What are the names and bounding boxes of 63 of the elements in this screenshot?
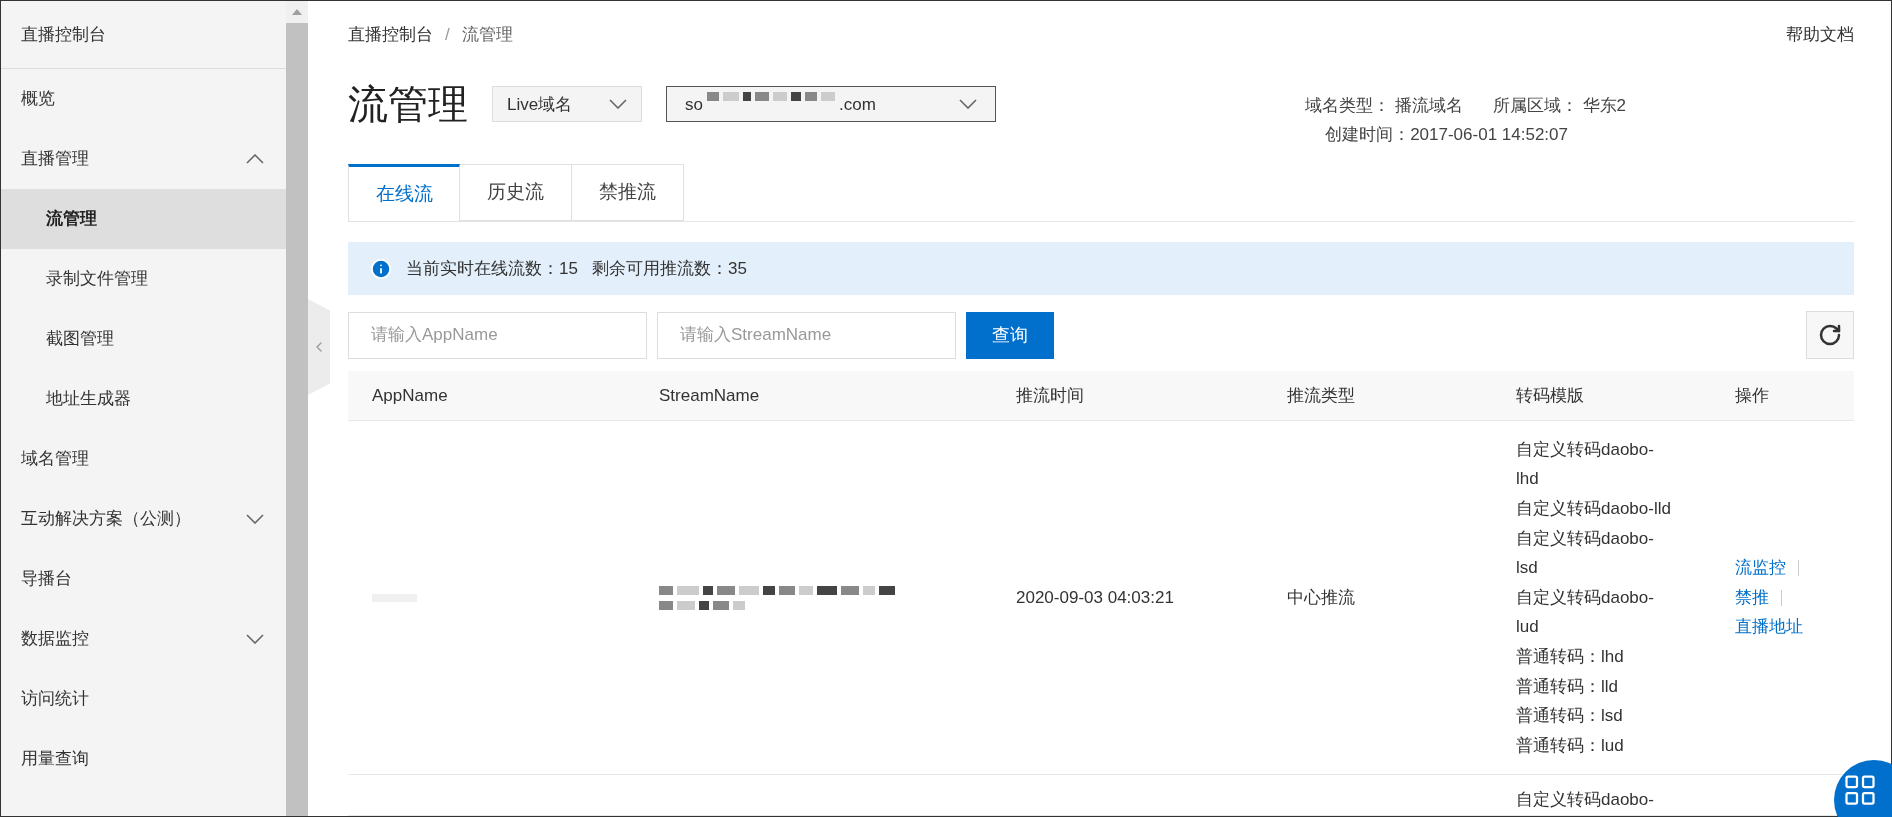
scrollbar[interactable] — [286, 1, 308, 816]
column-header: StreamName — [658, 384, 761, 407]
action-link[interactable]: 直播地址 — [1735, 612, 1803, 642]
column-header: 操作 — [1734, 384, 1770, 407]
stream-name-field[interactable]: 请输入StreamName — [657, 311, 956, 359]
transcode-template: 自定义转码daobo-lsd — [1516, 527, 1655, 580]
info-text: 剩余可用推流数：35 — [591, 257, 747, 280]
transcode-template: 自定义转码daobo-lhd — [1516, 438, 1655, 491]
transcode-template: 普通转码：lud — [1516, 734, 1625, 757]
chevron-down-icon — [246, 634, 264, 644]
search-button[interactable]: 查询 — [966, 311, 1054, 359]
tab[interactable]: 历史流 — [460, 164, 572, 221]
page-title: 流管理 — [348, 84, 468, 125]
chevron-down-icon — [246, 514, 264, 524]
action-link[interactable]: 流监控 — [1735, 553, 1786, 583]
column-header: 推流时间 — [1015, 384, 1085, 407]
sidebar-item[interactable]: 数据监控 — [1, 609, 286, 669]
chevron-down-icon — [959, 99, 977, 110]
column-header: AppName — [371, 384, 449, 407]
refresh-icon — [1818, 323, 1842, 348]
breadcrumb-item: 流管理 — [461, 23, 513, 46]
grid-icon — [1842, 772, 1878, 808]
sidebar-item[interactable]: 概览 — [1, 69, 286, 129]
sidebar-subitem[interactable]: 截图管理 — [1, 309, 286, 369]
transcode-template: 普通转码：lhd — [1516, 646, 1625, 668]
chevron-up-icon — [246, 154, 264, 164]
tab[interactable]: 禁推流 — [572, 164, 684, 221]
sidebar-item[interactable]: 域名管理 — [1, 429, 286, 489]
column-header: 推流类型 — [1286, 384, 1356, 407]
refresh-button[interactable] — [1806, 311, 1854, 360]
sidebar-subitem[interactable]: 流管理 — [1, 189, 286, 249]
help-link[interactable]: 帮助文档 — [1786, 21, 1854, 48]
up-arrow-icon[interactable] — [292, 9, 302, 15]
table-cell: 2020-09-03 04:03:21 — [1016, 587, 1174, 607]
info-icon — [370, 257, 392, 280]
column-header: 转码模版 — [1515, 384, 1585, 407]
sidebar-item[interactable]: 互动解决方案（公测） — [1, 489, 286, 549]
domain-select[interactable]: so .com — [666, 86, 996, 123]
sidebar-item[interactable]: 访问统计 — [1, 669, 286, 729]
sidebar-subitem[interactable]: 录制文件管理 — [1, 249, 286, 309]
tab[interactable]: 在线流 — [348, 164, 460, 222]
domain-text: .com — [838, 93, 876, 116]
domain-info-text: 创建时间：2017-06-01 14:52:07 — [1325, 123, 1568, 146]
domain-info-text: 所属区域： 华东2 — [1492, 95, 1626, 118]
sidebar-item[interactable]: 用量查询 — [1, 729, 286, 789]
domain-text: so — [685, 93, 703, 116]
sidebar-subitem[interactable]: 地址生成器 — [1, 369, 286, 429]
domain-info-text: 域名类型： 播流域名 — [1305, 95, 1463, 118]
chevron-down-icon — [609, 99, 627, 110]
action-link[interactable]: 禁推 — [1735, 582, 1769, 613]
sidebar-item[interactable]: 直播管理 — [1, 129, 286, 189]
domain-type-select[interactable]: Live域名 — [492, 86, 642, 123]
table-cell: 中心推流 — [1287, 587, 1355, 607]
app-name-field[interactable]: 请输入AppName — [348, 311, 647, 359]
info-text: 当前实时在线流数：15 — [406, 257, 578, 280]
sidebar-item[interactable]: 导播台 — [1, 549, 286, 609]
breadcrumb-item[interactable]: 直播控制台 — [348, 21, 433, 48]
transcode-template: 普通转码：lld — [1516, 675, 1619, 698]
transcode-template: 自定义转码daobo-lld — [1516, 498, 1671, 521]
transcode-template: 普通转码：lsd — [1516, 705, 1624, 728]
breadcrumb-separator: / — [445, 23, 450, 46]
transcode-template: 自定义转码daobo- — [1516, 789, 1655, 812]
transcode-template: 自定义转码daobo-lud — [1516, 586, 1655, 639]
